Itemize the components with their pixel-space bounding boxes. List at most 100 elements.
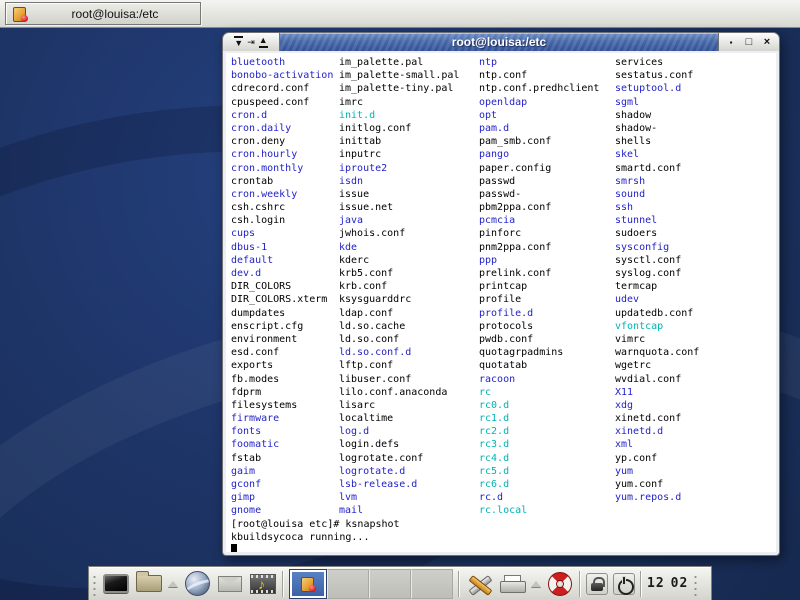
file-entry: X11	[615, 386, 776, 399]
panel-taskbar	[289, 569, 453, 599]
file-entry: ksysguarddrc	[339, 293, 479, 306]
file-entry: gimp	[231, 491, 339, 504]
file-entry: warnquota.conf	[615, 346, 776, 359]
file-entry: shadow-	[615, 122, 776, 135]
file-entry: initlog.conf	[339, 122, 479, 135]
file-entry: sound	[615, 188, 776, 201]
app-box-icon	[300, 576, 316, 592]
file-entry: inputrc	[339, 148, 479, 161]
file-entry: smartd.conf	[615, 162, 776, 175]
titlebar-right-tab: ▪ □ ×	[718, 32, 780, 51]
window-frame: bluetoothbonobo-activationcdrecord.confc…	[222, 51, 780, 556]
logout-power-button[interactable]	[613, 573, 635, 595]
file-entry: crontab	[231, 175, 339, 188]
titlebar-center: root@louisa:/etc	[280, 32, 718, 51]
terminal-status-line: kbuildsycoca running...	[231, 531, 776, 544]
file-entry: jwhois.conf	[339, 227, 479, 240]
empty-task-slot	[327, 569, 369, 599]
window-eject-icon[interactable]: ▲	[259, 36, 268, 48]
terminal-window: ▼ ⇥ ▲ root@louisa:/etc ▪ □ × bluetoothbo…	[222, 32, 780, 556]
file-entry: pinforc	[479, 227, 615, 240]
file-entry: services	[615, 56, 776, 69]
window-shade-icon[interactable]: ▼	[234, 36, 243, 48]
file-entry: pango	[479, 148, 615, 161]
file-entry: skel	[615, 148, 776, 161]
file-entry: rc1.d	[479, 412, 615, 425]
file-entry: filesystems	[231, 399, 339, 412]
file-entry: dev.d	[231, 267, 339, 280]
file-entry: cups	[231, 227, 339, 240]
file-entry: xdg	[615, 399, 776, 412]
clock-minutes: 02	[671, 576, 689, 591]
file-entry: inittab	[339, 135, 479, 148]
file-entry: cron.daily	[231, 122, 339, 135]
monitor-icon	[103, 574, 129, 593]
panel-separator	[640, 571, 642, 597]
home-folder-icon[interactable]	[135, 570, 163, 598]
file-entry: fstab	[231, 452, 339, 465]
file-entry: gaim	[231, 465, 339, 478]
lock-screen-button[interactable]	[586, 573, 608, 595]
settings-tools-icon[interactable]	[465, 570, 493, 598]
file-entry: init.d	[339, 109, 479, 122]
file-entry: cron.monthly	[231, 162, 339, 175]
file-entry: quotatab	[479, 359, 615, 372]
mail-envelope-icon[interactable]	[216, 570, 244, 598]
kicker-panel: 12 02	[88, 566, 712, 600]
file-entry: cron.hourly	[231, 148, 339, 161]
maximize-button[interactable]: □	[742, 37, 756, 48]
file-entry: racoon	[479, 373, 615, 386]
file-entry: krb5.conf	[339, 267, 479, 280]
file-entry: csh.cshrc	[231, 201, 339, 214]
file-entry: openldap	[479, 96, 615, 109]
file-entry: imrc	[339, 96, 479, 109]
file-entry: im_palette-tiny.pal	[339, 82, 479, 95]
file-entry: ld.so.conf.d	[339, 346, 479, 359]
terminal-monitor-icon[interactable]	[102, 570, 130, 598]
empty-task-slot	[411, 569, 453, 599]
film-icon	[250, 574, 276, 594]
file-entry: DIR_COLORS	[231, 280, 339, 293]
printer-glyph-icon	[500, 575, 524, 593]
top-taskbar: root@louisa:/etc	[0, 0, 800, 28]
window-attach-icon[interactable]: ⇥	[247, 38, 255, 47]
web-browser-globe-icon[interactable]	[183, 570, 211, 598]
file-entry: fdprm	[231, 386, 339, 399]
file-entry: login.defs	[339, 438, 479, 451]
panel-grip-left[interactable]	[92, 572, 97, 596]
close-button[interactable]: ×	[760, 37, 774, 48]
empty-task-slot	[369, 569, 411, 599]
file-entry: mail	[339, 504, 479, 517]
file-entry: lftp.conf	[339, 359, 479, 372]
popup-arrow-icon[interactable]	[531, 581, 541, 587]
file-entry: stunnel	[615, 214, 776, 227]
file-entry: firmware	[231, 412, 339, 425]
minimize-button[interactable]: ▪	[724, 37, 738, 48]
file-entry: rc4.d	[479, 452, 615, 465]
multimedia-film-icon[interactable]	[249, 570, 277, 598]
printer-icon[interactable]	[498, 570, 526, 598]
terminal-cursor	[231, 544, 237, 552]
file-entry: ntp	[479, 56, 615, 69]
help-lifering-icon[interactable]	[546, 570, 574, 598]
taskbar-entry-root-louisa-etc[interactable]: root@louisa:/etc	[5, 2, 201, 25]
file-entry: pwdb.conf	[479, 333, 615, 346]
file-entry: isdn	[339, 175, 479, 188]
file-entry: environment	[231, 333, 339, 346]
active-task-button[interactable]	[289, 569, 327, 599]
terminal-screen[interactable]: bluetoothbonobo-activationcdrecord.confc…	[226, 53, 776, 552]
file-entry: setuptool.d	[615, 82, 776, 95]
taskbar-entry-label: root@louisa:/etc	[36, 7, 194, 21]
file-entry: pam.d	[479, 122, 615, 135]
file-entry: cron.deny	[231, 135, 339, 148]
file-entry: cpuspeed.conf	[231, 96, 339, 109]
file-entry: java	[339, 214, 479, 227]
file-entry: lisarc	[339, 399, 479, 412]
panel-separator	[458, 571, 460, 597]
popup-arrow-icon[interactable]	[168, 581, 178, 587]
panel-clock[interactable]: 12 02	[647, 576, 688, 591]
file-entry: kde	[339, 241, 479, 254]
panel-grip-right[interactable]	[693, 572, 698, 596]
window-titlebar[interactable]: ▼ ⇥ ▲ root@louisa:/etc ▪ □ ×	[222, 32, 780, 51]
file-entry: shells	[615, 135, 776, 148]
